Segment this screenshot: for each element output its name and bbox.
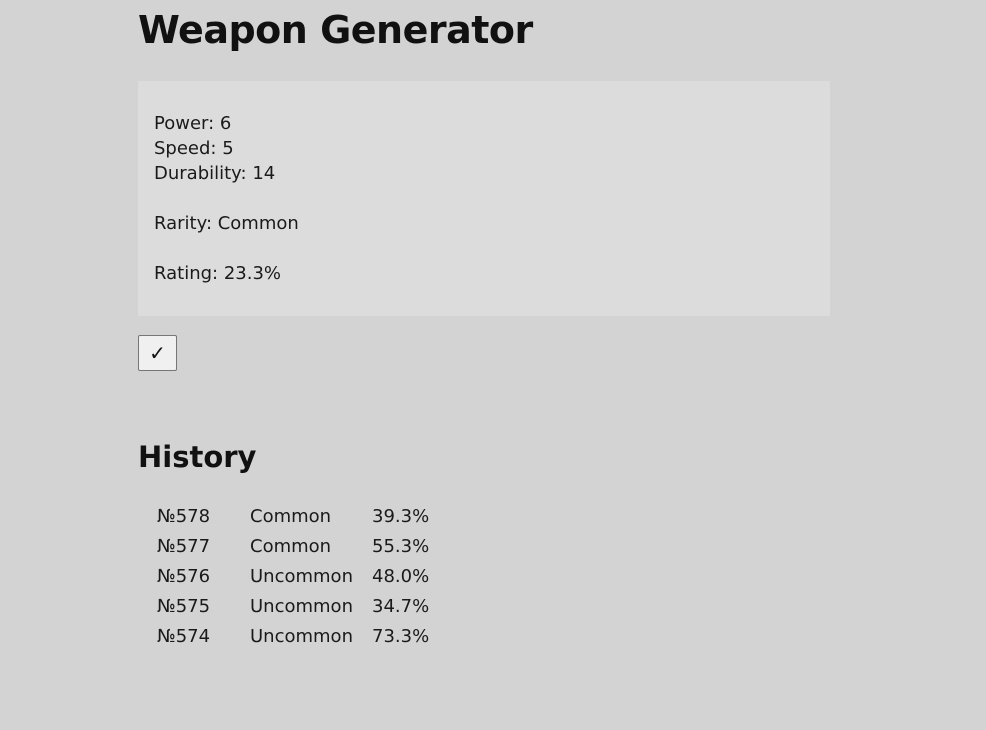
history-id: №578 (157, 506, 211, 527)
history-rarity: Uncommon (250, 626, 353, 647)
history-row: №578 Common 39.3% (154, 502, 454, 532)
history-id: №576 (157, 566, 211, 587)
history-rating: 73.3% (372, 626, 430, 647)
history-rating: 34.7% (372, 596, 430, 617)
stat-speed: Speed: 5 (154, 138, 234, 159)
page-title: Weapon Generator (138, 8, 533, 52)
history-rating: 48.0% (372, 566, 430, 587)
confirm-button[interactable]: ✓ (138, 335, 177, 371)
stat-power: Power: 6 (154, 113, 232, 134)
checkmark-icon: ✓ (149, 341, 166, 365)
weapon-stats-panel: Power: 6 Speed: 5 Durability: 14 Rarity:… (138, 81, 830, 316)
history-rarity: Common (250, 536, 332, 557)
history-row: №577 Common 55.3% (154, 532, 454, 562)
stat-rarity: Rarity: Common (154, 213, 299, 234)
history-id: №575 (157, 596, 211, 617)
history-row: №574 Uncommon 73.3% (154, 622, 454, 652)
history-rating: 55.3% (372, 536, 430, 557)
history-table: №578 Common 39.3% №577 Common 55.3% №576… (154, 502, 454, 652)
stat-spacer (154, 236, 814, 261)
history-id: №577 (157, 536, 211, 557)
stat-rating: Rating: 23.3% (154, 263, 282, 284)
history-title: History (138, 440, 257, 474)
history-id: №574 (157, 626, 211, 647)
history-row: №575 Uncommon 34.7% (154, 592, 454, 622)
history-rarity: Uncommon (250, 596, 353, 617)
history-rarity: Uncommon (250, 566, 353, 587)
history-rating: 39.3% (372, 506, 430, 527)
stat-durability: Durability: 14 (154, 163, 276, 184)
history-row: №576 Uncommon 48.0% (154, 562, 454, 592)
stat-spacer (154, 186, 814, 211)
history-rarity: Common (250, 506, 332, 527)
